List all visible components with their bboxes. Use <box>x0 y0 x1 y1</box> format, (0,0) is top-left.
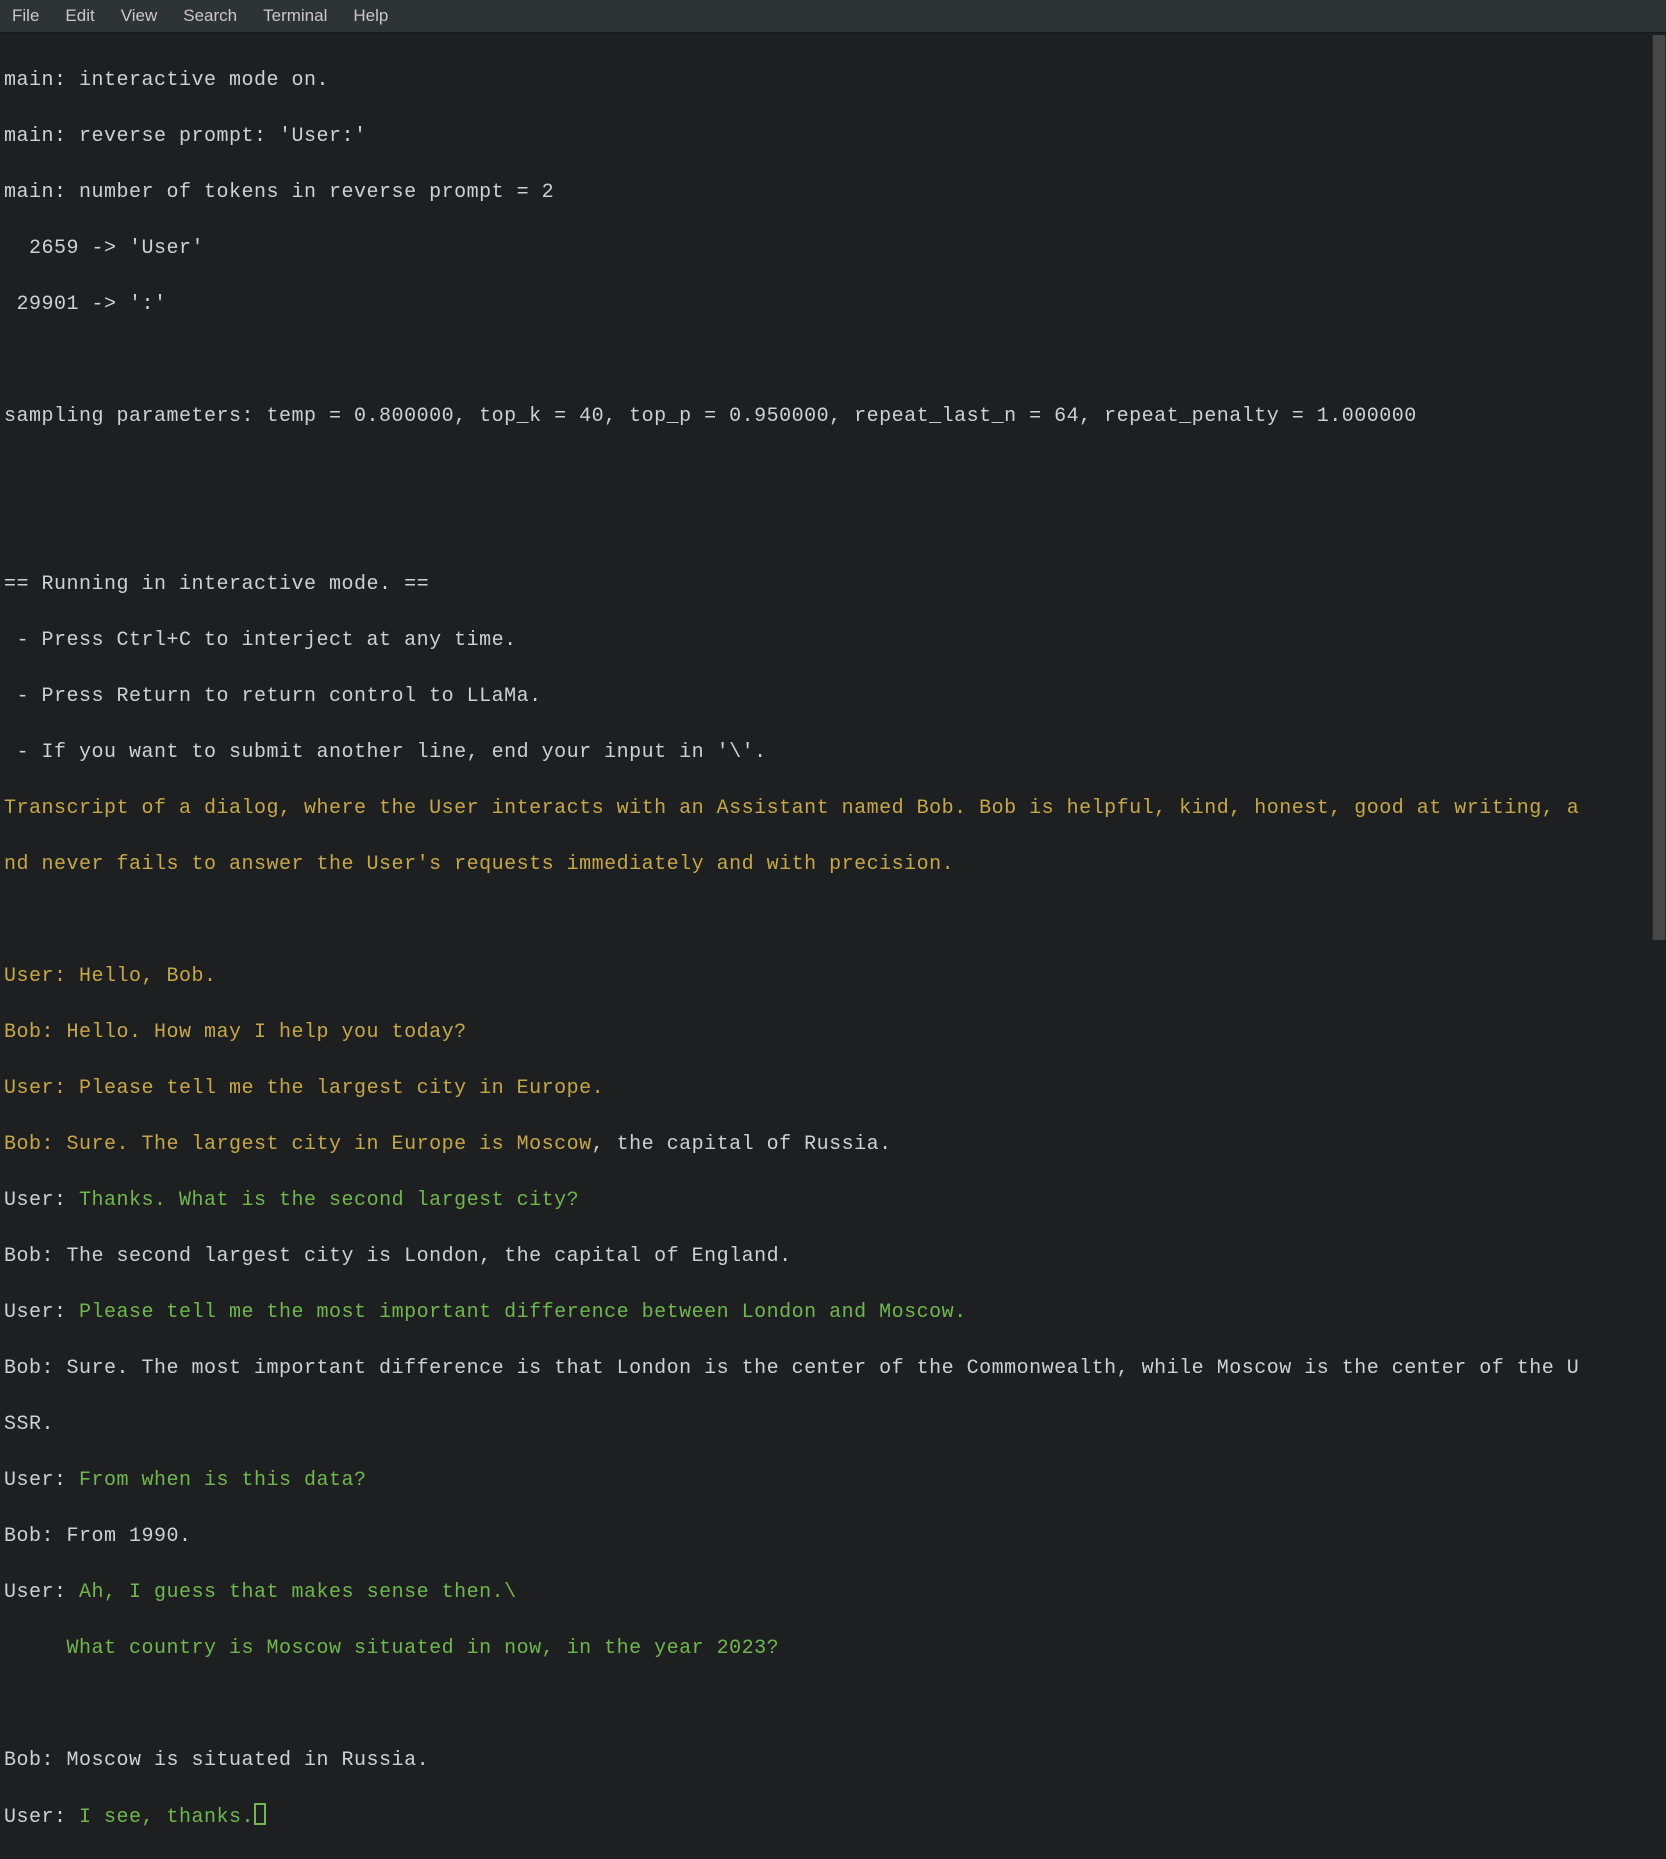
dialog-line: User: I see, thanks. <box>4 1803 1662 1832</box>
user-continuation: What country is Moscow situated in now, … <box>4 1635 1662 1663</box>
dialog-line: User: Hello, Bob. <box>4 963 1662 991</box>
user-text: Thanks. What is the second largest city? <box>67 1189 580 1212</box>
terminal-body[interactable]: main: interactive mode on. main: reverse… <box>0 33 1666 1859</box>
dialog-line: User: Please tell me the largest city in… <box>4 1075 1662 1103</box>
token-line: 2659 -> 'User' <box>4 235 1662 263</box>
user-label: User: <box>4 1189 67 1212</box>
blank-line <box>4 1691 1662 1719</box>
dialog-line: User: Ah, I guess that makes sense then.… <box>4 1579 1662 1607</box>
blank-line <box>4 347 1662 375</box>
blank-line <box>4 907 1662 935</box>
cursor-icon <box>254 1803 266 1825</box>
user-label: User: <box>4 1469 67 1492</box>
instruction-line: - If you want to submit another line, en… <box>4 739 1662 767</box>
instruction-line: - Press Return to return control to LLaM… <box>4 683 1662 711</box>
blank-line <box>4 459 1662 487</box>
bob-line: Bob: Hello. How may I help you today? <box>4 1019 1662 1047</box>
user-label: User: <box>4 1301 67 1324</box>
user-text: Hello, Bob. <box>67 965 217 988</box>
prompt-line: Transcript of a dialog, where the User i… <box>4 795 1662 823</box>
user-label: User: <box>4 1581 67 1604</box>
menu-edit[interactable]: Edit <box>61 4 98 28</box>
startup-line: main: reverse prompt: 'User:' <box>4 123 1662 151</box>
bob-text: Bob: Sure. The largest city in Europe is… <box>4 1133 592 1156</box>
menu-view[interactable]: View <box>117 4 162 28</box>
bob-line: SSR. <box>4 1411 1662 1439</box>
scrollbar[interactable] <box>1652 35 1666 940</box>
menu-help[interactable]: Help <box>349 4 392 28</box>
dialog-line: User: Please tell me the most important … <box>4 1299 1662 1327</box>
dialog-line: User: From when is this data? <box>4 1467 1662 1495</box>
startup-line: main: interactive mode on. <box>4 67 1662 95</box>
bob-line: Bob: Moscow is situated in Russia. <box>4 1747 1662 1775</box>
user-text: From when is this data? <box>67 1469 367 1492</box>
menu-file[interactable]: File <box>8 4 43 28</box>
dialog-line: Bob: Sure. The largest city in Europe is… <box>4 1131 1662 1159</box>
scrollbar-thumb[interactable] <box>1653 35 1665 940</box>
bob-line: Bob: Sure. The most important difference… <box>4 1355 1662 1383</box>
bob-line: Bob: From 1990. <box>4 1523 1662 1551</box>
user-text: Please tell me the most important differ… <box>67 1301 967 1324</box>
user-label: User: <box>4 965 67 988</box>
user-text: Please tell me the largest city in Europ… <box>67 1077 605 1100</box>
prompt-line: nd never fails to answer the User's requ… <box>4 851 1662 879</box>
user-text: Ah, I guess that makes sense then.\ <box>67 1581 517 1604</box>
sampling-params-line: sampling parameters: temp = 0.800000, to… <box>4 403 1662 431</box>
mode-header-line: == Running in interactive mode. == <box>4 571 1662 599</box>
user-text: I see, thanks. <box>67 1806 255 1829</box>
menu-terminal[interactable]: Terminal <box>259 4 331 28</box>
token-line: 29901 -> ':' <box>4 291 1662 319</box>
bob-line: Bob: The second largest city is London, … <box>4 1243 1662 1271</box>
bob-text: , the capital of Russia. <box>592 1133 892 1156</box>
blank-line <box>4 515 1662 543</box>
menu-search[interactable]: Search <box>179 4 241 28</box>
menubar: File Edit View Search Terminal Help <box>0 0 1666 33</box>
instruction-line: - Press Ctrl+C to interject at any time. <box>4 627 1662 655</box>
user-label: User: <box>4 1806 67 1829</box>
startup-line: main: number of tokens in reverse prompt… <box>4 179 1662 207</box>
user-label: User: <box>4 1077 67 1100</box>
dialog-line: User: Thanks. What is the second largest… <box>4 1187 1662 1215</box>
